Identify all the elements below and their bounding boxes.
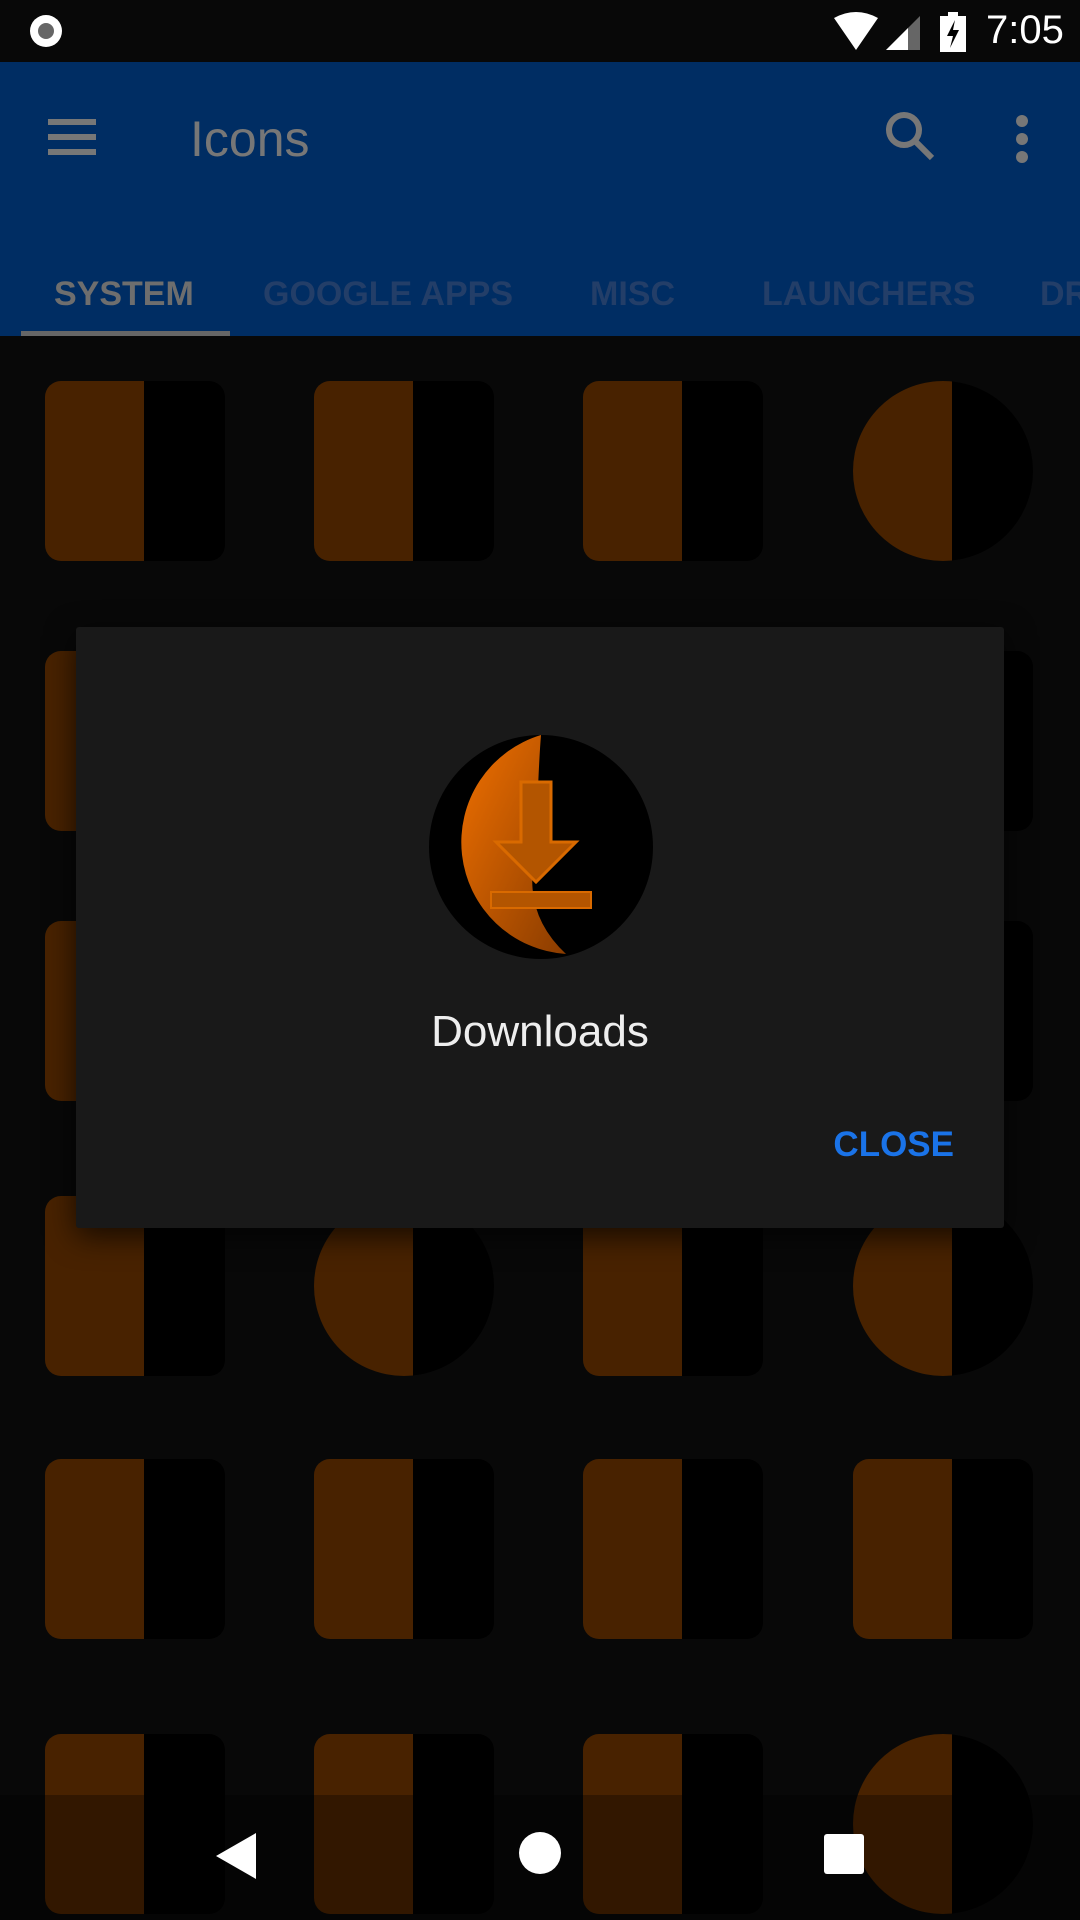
menu-icon[interactable] — [48, 117, 98, 157]
navigation-bar — [0, 1795, 1080, 1920]
app-bar: Icons SYSTEM GOOGLE APPS MISC LAUNCHERS … — [0, 62, 1080, 336]
clock-time: 7:05 — [986, 8, 1064, 52]
tab-google-apps[interactable]: GOOGLE APPS — [263, 252, 513, 336]
wifi-icon — [834, 12, 878, 50]
recents-icon[interactable] — [824, 1834, 864, 1874]
back-icon[interactable] — [214, 1831, 258, 1881]
page-title: Icons — [190, 111, 310, 167]
close-button[interactable]: CLOSE — [833, 1125, 954, 1165]
tab-launchers[interactable]: LAUNCHERS — [762, 252, 975, 336]
more-vert-icon[interactable] — [1012, 114, 1032, 164]
record-icon — [30, 15, 62, 47]
tab-bar: SYSTEM GOOGLE APPS MISC LAUNCHERS DR — [0, 252, 1080, 336]
home-icon[interactable] — [518, 1831, 562, 1875]
search-icon[interactable] — [884, 110, 936, 162]
status-bar: 7:05 — [0, 0, 1080, 62]
tab-system[interactable]: SYSTEM — [54, 252, 194, 336]
tab-dr[interactable]: DR — [1040, 252, 1080, 336]
signal-icon — [886, 16, 920, 50]
icon-preview-dialog: Downloads CLOSE — [76, 627, 1004, 1228]
downloads-icon — [429, 735, 653, 959]
tab-misc[interactable]: MISC — [590, 252, 675, 336]
dialog-icon-label: Downloads — [431, 1007, 649, 1056]
battery-charging-icon — [940, 12, 966, 52]
